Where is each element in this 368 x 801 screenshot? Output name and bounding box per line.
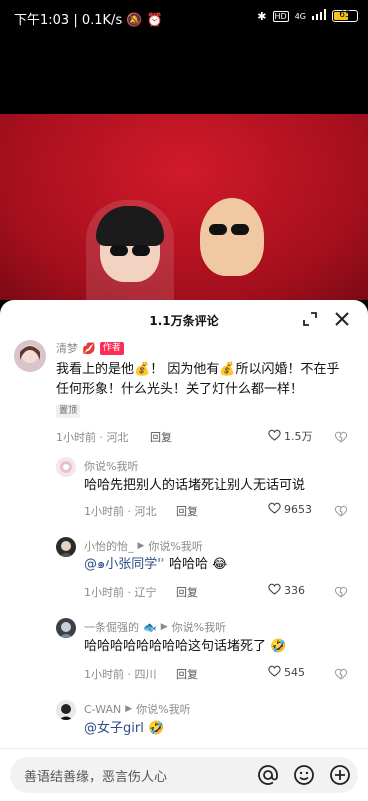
- heart-icon: [268, 429, 281, 444]
- reply-arrow-icon: ▶: [125, 704, 132, 714]
- reply-item: 小怡的怡_ ▶ 你说%我听 @๑小张同学'ʾ 哈哈哈 😂 1小时前 · 辽宁 回…: [0, 535, 368, 607]
- comment-sheet: 1.1万条评论 清梦 💋 作者 我看上的是他💰！ 因为他有💰所以闪婚！不在乎任何…: [0, 300, 368, 800]
- reply-text[interactable]: 哈哈先把别人的话堵死让别人无话可说: [84, 476, 354, 496]
- avatar[interactable]: [56, 618, 76, 638]
- comment-input-placeholder: 善语结善缘，恶言伤人心: [24, 766, 167, 785]
- video-frame: [0, 114, 368, 300]
- mention-link[interactable]: @๑小张同学'ʾ: [84, 557, 165, 572]
- reply-item: 你说%我听 哈哈先把别人的话堵死让别人无话可说 1小时前 · 河北 回复 965…: [0, 453, 368, 525]
- hd-icon: HD: [273, 11, 289, 22]
- mention-link[interactable]: @女子girl: [84, 721, 144, 736]
- author-name: 清梦: [56, 340, 78, 356]
- author-name: C-WAN: [84, 703, 121, 716]
- author-name: 你说%我听: [84, 458, 138, 474]
- like-button[interactable]: 1.5万: [268, 428, 313, 444]
- money-bag-icon: 💰: [134, 360, 150, 380]
- comment-text[interactable]: 我看上的是他💰！ 因为他有💰所以闪婚！不在乎任何形象！什么光头！关了灯什么都一样…: [56, 360, 346, 400]
- reply-arrow-icon: ▶: [161, 622, 168, 632]
- groom-figure: [200, 198, 264, 276]
- reply-time-location: 1小时前 · 辽宁: [84, 584, 157, 600]
- reply-time-location: 1小时前 · 四川: [84, 666, 157, 682]
- video-player[interactable]: [0, 34, 368, 300]
- heart-icon: [268, 502, 281, 517]
- network-type: 4G: [295, 12, 306, 21]
- reply-author[interactable]: 一条倔强的 🐟 ▶ 你说%我听: [84, 619, 226, 635]
- money-bag-icon: 💰: [219, 360, 235, 380]
- comment-time-location: 1小时前 · 河北: [56, 429, 129, 445]
- bride-glasses: [132, 245, 150, 256]
- reply-to-name: 你说%我听: [172, 619, 226, 635]
- like-count: 9653: [284, 503, 312, 516]
- network-speed: 0.1K/s: [82, 13, 122, 28]
- status-time: 下午1:03: [14, 13, 69, 28]
- dislike-icon[interactable]: [334, 584, 348, 598]
- battery-icon: 65: [332, 10, 358, 22]
- comment-input[interactable]: 善语结善缘，恶言伤人心: [10, 757, 358, 793]
- avatar[interactable]: [56, 537, 76, 557]
- reply-to-name: 你说%我听: [136, 701, 190, 717]
- avatar[interactable]: [56, 700, 76, 720]
- groom-glasses: [209, 224, 227, 235]
- reply-button[interactable]: 回复: [176, 584, 198, 600]
- comment-sheet-header: 1.1万条评论: [0, 300, 368, 338]
- dislike-icon[interactable]: [334, 429, 348, 443]
- close-icon[interactable]: [332, 309, 352, 329]
- bride-glasses: [110, 245, 128, 256]
- alarm-icon: ⏰: [147, 13, 163, 28]
- status-left: 下午1:03 | 0.1K/s 🔕 ⏰: [14, 9, 163, 28]
- battery-level: 65: [333, 10, 357, 20]
- reply-button[interactable]: 回复: [150, 429, 172, 445]
- mute-icon: 🔕: [126, 13, 142, 28]
- dislike-icon[interactable]: [334, 503, 348, 517]
- emoji-icon[interactable]: [292, 763, 316, 787]
- fish-icon: 🐟: [143, 621, 157, 634]
- reply-text[interactable]: @๑小张同学'ʾ 哈哈哈 😂: [84, 555, 354, 575]
- comment-input-bar: 善语结善缘，恶言伤人心: [0, 748, 368, 801]
- reply-time-location: 1小时前 · 河北: [84, 503, 157, 519]
- reply-author[interactable]: C-WAN ▶ 你说%我听: [84, 701, 191, 717]
- like-count: 336: [284, 584, 305, 597]
- expand-icon[interactable]: [300, 309, 320, 329]
- author-name: 一条倔强的: [84, 619, 139, 635]
- like-count: 545: [284, 666, 305, 679]
- like-count: 1.5万: [284, 428, 313, 444]
- reply-to-name: 你说%我听: [148, 538, 202, 554]
- author-name: 小怡的怡_: [84, 538, 134, 554]
- comment-author[interactable]: 清梦 💋 作者: [56, 340, 124, 356]
- lips-icon: 💋: [82, 342, 96, 355]
- reply-arrow-icon: ▶: [138, 541, 145, 551]
- reply-button[interactable]: 回复: [176, 503, 198, 519]
- laughing-emoji-icon: 😂: [212, 555, 227, 575]
- reply-text[interactable]: @女子girl 🤣: [84, 719, 354, 739]
- reply-item: C-WAN ▶ 你说%我听 @女子girl 🤣: [0, 698, 368, 748]
- like-button[interactable]: 545: [268, 665, 305, 680]
- status-bar: 下午1:03 | 0.1K/s 🔕 ⏰ ✱ HD 4G 65: [0, 0, 368, 34]
- avatar[interactable]: [56, 457, 76, 477]
- heart-icon: [268, 665, 281, 680]
- groom-glasses: [231, 224, 249, 235]
- avatar[interactable]: [14, 340, 46, 372]
- reply-text[interactable]: 哈哈哈哈哈哈哈哈这句话堵死了 🤣: [84, 637, 354, 657]
- reply-item: 一条倔强的 🐟 ▶ 你说%我听 哈哈哈哈哈哈哈哈这句话堵死了 🤣 1小时前 · …: [0, 616, 368, 688]
- like-button[interactable]: 9653: [268, 502, 312, 517]
- pinned-badge: 置顶: [56, 404, 80, 418]
- reply-button[interactable]: 回复: [176, 666, 198, 682]
- like-button[interactable]: 336: [268, 583, 305, 598]
- reply-author[interactable]: 你说%我听: [84, 458, 138, 474]
- laughing-emoji-icon: 🤣: [148, 719, 164, 739]
- status-right: ✱ HD 4G 65: [257, 9, 358, 23]
- dislike-icon[interactable]: [334, 666, 348, 680]
- author-badge: 作者: [100, 342, 124, 355]
- laughing-emoji-icon: 🤣: [270, 637, 286, 657]
- bluetooth-icon: ✱: [257, 10, 266, 23]
- signal-icon: [312, 9, 326, 23]
- add-icon[interactable]: [328, 763, 352, 787]
- mention-icon[interactable]: [256, 763, 280, 787]
- heart-icon: [268, 583, 281, 598]
- reply-author[interactable]: 小怡的怡_ ▶ 你说%我听: [84, 538, 203, 554]
- comment-item: 清梦 💋 作者 我看上的是他💰！ 因为他有💰所以闪婚！不在乎任何形象！什么光头！…: [0, 338, 368, 453]
